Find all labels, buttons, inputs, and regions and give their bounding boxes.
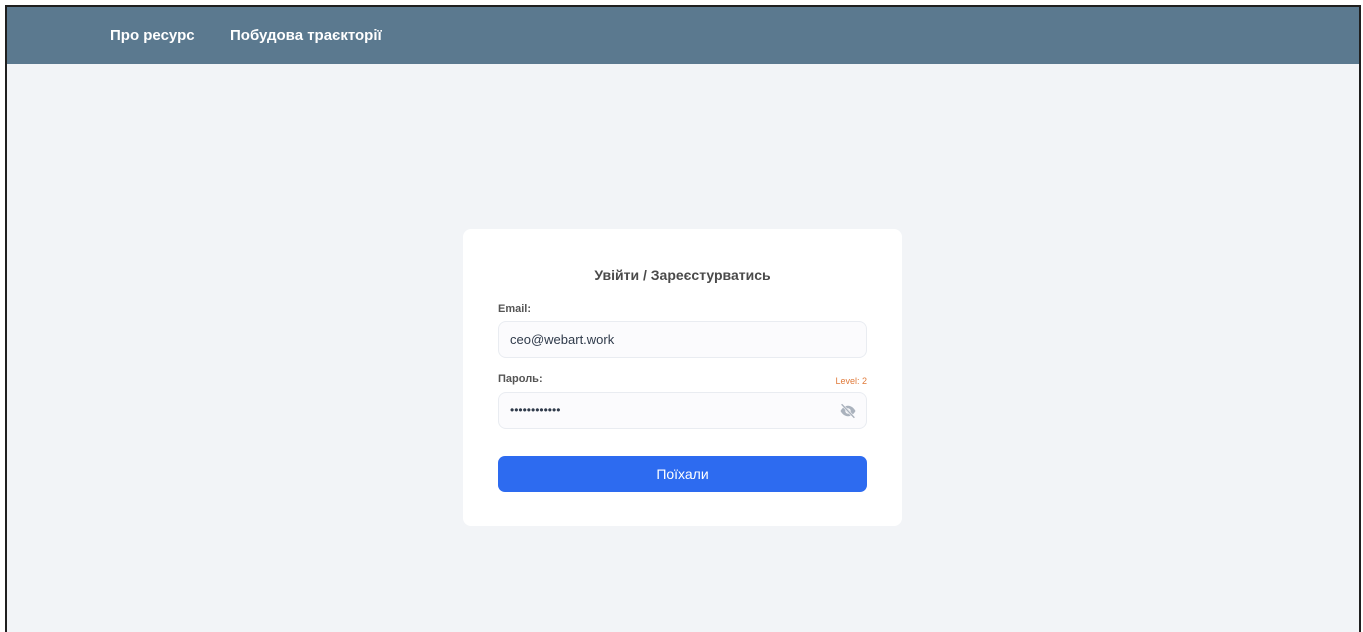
- eye-slash-svg: [840, 403, 856, 419]
- password-strength-level: Level: 2: [835, 376, 867, 386]
- top-navbar: Про ресурс Побудова траєкторії: [7, 7, 1359, 64]
- password-field[interactable]: ••••••••••••: [498, 392, 867, 429]
- eye-slash-icon[interactable]: [839, 402, 857, 420]
- login-card: Увійти / Зареєстурватись Email: ceo@weba…: [463, 229, 902, 526]
- email-value: ceo@webart.work: [510, 332, 615, 347]
- nav-item-trajectory[interactable]: Побудова траєкторії: [230, 7, 382, 64]
- login-title: Увійти / Зареєстурватись: [594, 267, 771, 283]
- email-label: Email:: [498, 303, 532, 315]
- password-value: ••••••••••••: [510, 403, 561, 417]
- app-frame: Про ресурс Побудова траєкторії Увійти / …: [5, 5, 1361, 632]
- password-label: Пароль:: [498, 373, 543, 385]
- email-field[interactable]: ceo@webart.work: [498, 321, 867, 358]
- submit-button[interactable]: Поїхали: [498, 456, 867, 492]
- nav-item-about[interactable]: Про ресурс: [110, 7, 195, 64]
